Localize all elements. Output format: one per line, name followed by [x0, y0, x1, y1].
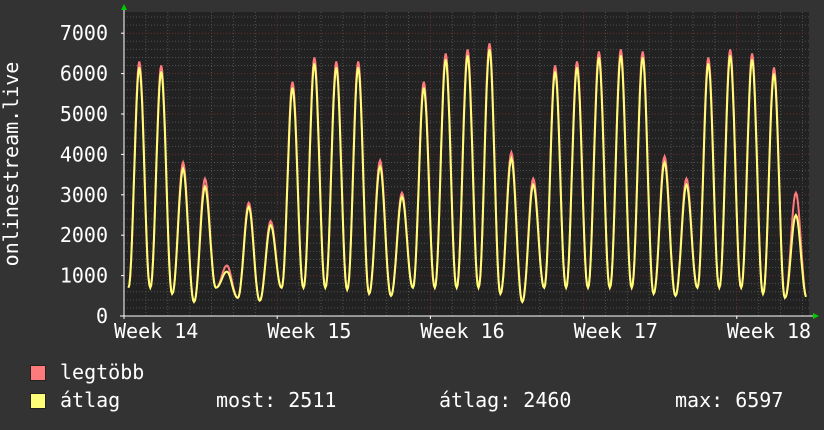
stat-average: átlag: 2460	[439, 388, 572, 412]
y-tick-label: 3000	[60, 183, 108, 207]
legend-label-avg: átlag	[60, 388, 121, 412]
y-axis-arrow	[121, 4, 127, 10]
legend-swatch-avg	[30, 393, 46, 409]
x-tick-label: Week 17	[574, 319, 658, 343]
x-tick-labels: Week 14 Week 15 Week 16 Week 17 Week 18	[114, 316, 811, 343]
y-tick-label: 2000	[60, 223, 108, 247]
y-tick-label: 1000	[60, 264, 108, 288]
legend: legtöbb átlag most: 2511 átlag: 2460 max…	[30, 360, 820, 416]
x-axis-arrow	[813, 313, 819, 319]
legend-swatch-max	[30, 365, 46, 381]
y-tick-label: 5000	[60, 102, 108, 126]
y-tick-labels: 0 1000 2000 3000 4000 5000 6000 7000	[60, 21, 124, 328]
x-tick-label: Week 16	[420, 319, 504, 343]
x-tick-label: Week 18	[727, 319, 811, 343]
legend-row-avg: átlag most: 2511 átlag: 2460 max: 6597	[30, 388, 820, 416]
y-tick-label: 7000	[60, 21, 108, 45]
legend-row-max: legtöbb	[30, 360, 820, 388]
x-tick-label: Week 15	[267, 319, 351, 343]
stat-max: max: 6597	[675, 388, 784, 412]
y-tick-label: 4000	[60, 142, 108, 166]
y-tick-label: 6000	[60, 62, 108, 86]
y-tick-label: 0	[96, 304, 108, 328]
chart: 01000200030004000500060007000 Week 14 Wee…	[0, 4, 819, 343]
x-tick-label: Week 14	[114, 319, 198, 343]
stat-current: most: 2511	[216, 388, 337, 412]
legend-label-max: legtöbb	[60, 360, 145, 384]
y-axis-label: onlinestream.live	[0, 62, 23, 267]
